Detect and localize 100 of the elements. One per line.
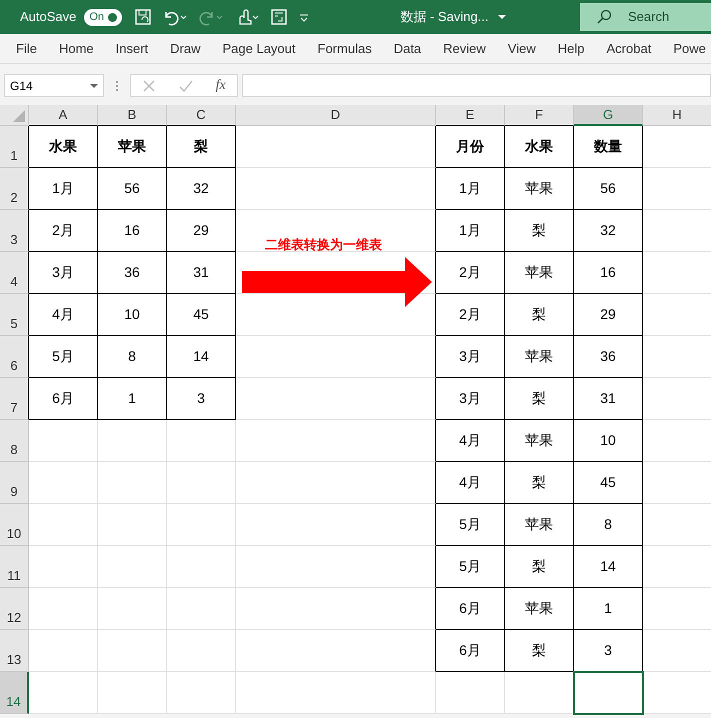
table-cell[interactable]: 数量 [574, 126, 643, 168]
table-cell[interactable]: 水果 [505, 126, 574, 168]
table-cell[interactable]: 36 [574, 336, 643, 378]
table-cell[interactable]: 45 [167, 294, 236, 336]
table-cell[interactable]: 32 [574, 210, 643, 252]
ribbon-tab[interactable]: File [16, 38, 37, 58]
selected-cell[interactable] [574, 672, 643, 714]
table-cell[interactable]: 苹果 [505, 336, 574, 378]
row-header[interactable]: 7 [0, 378, 29, 420]
table-cell[interactable]: 水果 [29, 126, 98, 168]
column-header[interactable]: G [574, 105, 643, 126]
column-header[interactable]: B [98, 105, 167, 126]
table-cell[interactable]: 梨 [505, 462, 574, 504]
table-cell[interactable]: 苹果 [98, 126, 167, 168]
table-cell[interactable]: 苹果 [505, 168, 574, 210]
table-cell[interactable]: 16 [98, 210, 167, 252]
table-cell[interactable]: 苹果 [505, 588, 574, 630]
table-cell[interactable]: 29 [574, 294, 643, 336]
name-box[interactable]: G14 [4, 74, 104, 97]
table-cell[interactable]: 29 [167, 210, 236, 252]
table-cell[interactable]: 31 [167, 252, 236, 294]
column-header[interactable]: C [167, 105, 236, 126]
table-cell[interactable]: 56 [98, 168, 167, 210]
table-cell[interactable]: 3月 [29, 252, 98, 294]
table-cell[interactable]: 36 [98, 252, 167, 294]
table-cell[interactable]: 14 [167, 336, 236, 378]
ribbon-tab[interactable]: View [508, 38, 536, 58]
table-cell[interactable]: 5月 [436, 546, 505, 588]
table-cell[interactable]: 6月 [436, 588, 505, 630]
ribbon-tab[interactable]: Formulas [318, 38, 372, 58]
row-header[interactable]: 4 [0, 252, 29, 294]
ribbon-tab[interactable]: Draw [170, 38, 200, 58]
table-cell[interactable]: 梨 [505, 630, 574, 672]
table-cell[interactable]: 32 [167, 168, 236, 210]
ribbon-tab[interactable]: Data [394, 38, 422, 58]
row-header[interactable]: 6 [0, 336, 29, 378]
table-cell[interactable]: 苹果 [505, 420, 574, 462]
table-cell[interactable]: 45 [574, 462, 643, 504]
table-cell[interactable]: 2月 [436, 294, 505, 336]
column-header[interactable]: F [505, 105, 574, 126]
table-cell[interactable]: 4月 [436, 462, 505, 504]
table-cell[interactable]: 1月 [436, 168, 505, 210]
column-header[interactable]: E [436, 105, 505, 126]
row-header[interactable]: 2 [0, 168, 29, 210]
row-header[interactable]: 9 [0, 462, 29, 504]
ribbon-tab[interactable]: Acrobat [606, 38, 652, 58]
ribbon-tab[interactable]: Help [558, 38, 584, 58]
table-cell[interactable]: 6月 [29, 378, 98, 420]
table-cell[interactable]: 16 [574, 252, 643, 294]
ribbon-tab[interactable]: Page Layout [222, 38, 296, 58]
row-header[interactable]: 14 [0, 672, 29, 714]
table-cell[interactable]: 3 [574, 630, 643, 672]
table-cell[interactable]: 月份 [436, 126, 505, 168]
table-cell[interactable]: 4月 [436, 420, 505, 462]
table-cell[interactable]: 56 [574, 168, 643, 210]
table-cell[interactable]: 31 [574, 378, 643, 420]
table-cell[interactable]: 1 [98, 378, 167, 420]
table-cell[interactable]: 1月 [29, 168, 98, 210]
table-cell[interactable]: 14 [574, 546, 643, 588]
table-cell[interactable]: 苹果 [505, 504, 574, 546]
table-cell[interactable]: 梨 [505, 378, 574, 420]
table-cell[interactable]: 5月 [29, 336, 98, 378]
check-icon[interactable] [178, 78, 193, 92]
table-cell[interactable]: 10 [574, 420, 643, 462]
insert-function-button[interactable]: fx [216, 75, 226, 96]
table-cell[interactable]: 梨 [505, 294, 574, 336]
table-cell[interactable]: 梨 [167, 126, 236, 168]
table-cell[interactable]: 苹果 [505, 252, 574, 294]
autosave-toggle[interactable]: On [84, 8, 122, 26]
table-cell[interactable]: 10 [98, 294, 167, 336]
save-icon[interactable] [134, 8, 152, 26]
row-header[interactable]: 10 [0, 504, 29, 546]
table-cell[interactable]: 梨 [505, 546, 574, 588]
table-cell[interactable]: 3月 [436, 378, 505, 420]
table-cell[interactable]: 8 [574, 504, 643, 546]
form-icon[interactable] [270, 8, 288, 26]
table-cell[interactable]: 2月 [29, 210, 98, 252]
row-header[interactable]: 11 [0, 546, 29, 588]
table-cell[interactable]: 1 [574, 588, 643, 630]
formula-input[interactable] [242, 74, 711, 97]
table-cell[interactable]: 6月 [436, 630, 505, 672]
column-header[interactable]: A [29, 105, 98, 126]
table-cell[interactable]: 3月 [436, 336, 505, 378]
search-field[interactable]: Search [580, 3, 711, 31]
table-cell[interactable]: 4月 [29, 294, 98, 336]
caret-icon[interactable] [496, 12, 507, 22]
row-header[interactable]: 8 [0, 420, 29, 462]
ribbon-tab[interactable]: Home [58, 38, 94, 58]
row-header[interactable]: 3 [0, 210, 29, 252]
table-cell[interactable]: 梨 [505, 210, 574, 252]
column-header[interactable]: H [643, 105, 711, 126]
row-header[interactable]: 1 [0, 126, 29, 168]
table-cell[interactable]: 2月 [436, 252, 505, 294]
table-cell[interactable]: 1月 [436, 210, 505, 252]
row-header[interactable]: 5 [0, 294, 29, 336]
table-cell[interactable]: 8 [98, 336, 167, 378]
row-header[interactable]: 13 [0, 630, 29, 672]
table-cell[interactable]: 5月 [436, 504, 505, 546]
ribbon-tab[interactable]: Insert [116, 38, 148, 58]
ribbon-tab[interactable]: Review [443, 38, 486, 58]
